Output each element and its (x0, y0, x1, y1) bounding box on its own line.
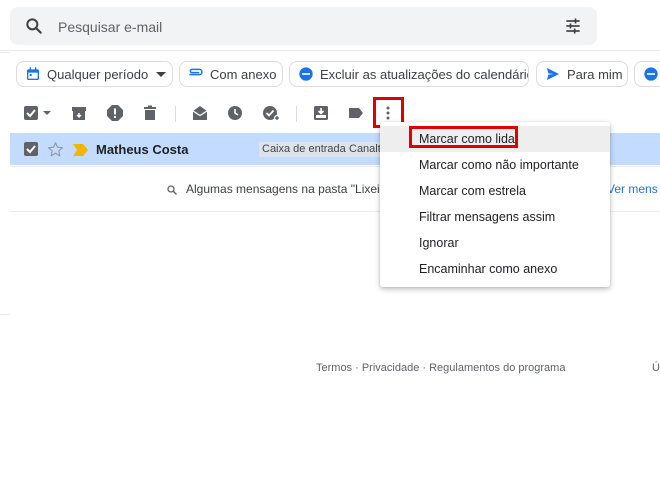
calendar-icon (27, 67, 39, 80)
search-icon (166, 183, 178, 195)
chip-exclude-calendar[interactable]: Excluir as atualizações do calendário (289, 61, 529, 87)
menu-item-filter-messages[interactable]: Filtrar mensagens assim (380, 204, 610, 230)
send-icon (547, 68, 559, 80)
archive-icon[interactable] (69, 103, 89, 123)
search-input[interactable] (56, 16, 540, 38)
chip-to-me[interactable]: Para mim (536, 61, 628, 87)
star-icon[interactable] (47, 141, 64, 158)
email-label-inbox[interactable]: Caixa de entrada (259, 142, 349, 157)
report-spam-icon[interactable] (105, 103, 125, 123)
select-all-checkbox[interactable] (21, 103, 41, 123)
header-divider (0, 50, 660, 51)
add-task-icon[interactable] (261, 103, 281, 123)
chip-any-time[interactable]: Qualquer período (16, 61, 173, 87)
chip-has-attachment[interactable]: Com anexo (179, 61, 283, 87)
menu-item-add-star[interactable]: Marcar com estrela (380, 178, 610, 204)
menu-item-mute[interactable]: Ignorar (380, 230, 610, 256)
chip-label: Com anexo (210, 66, 277, 82)
minus-circle-icon (299, 67, 313, 81)
email-sender: Matheus Costa (96, 142, 189, 157)
left-edge-mark (0, 52, 10, 53)
chip-overflow[interactable] (634, 61, 660, 87)
menu-item-mark-not-important[interactable]: Marcar como não importante (380, 152, 610, 178)
chevron-down-icon (156, 71, 167, 77)
menu-item-forward-attachment[interactable]: Encaminhar como anexo (380, 256, 610, 282)
toolbar-divider (175, 106, 176, 122)
more-options-menu: Marcar como lida Marcar como não importa… (380, 122, 610, 287)
row-checkbox[interactable] (23, 141, 39, 157)
chip-label: Excluir as atualizações do calendário (320, 66, 529, 82)
minus-circle-icon (644, 67, 658, 81)
more-vert-icon[interactable] (378, 103, 398, 123)
chip-label: Qualquer período (47, 66, 149, 82)
toolbar-divider (296, 106, 297, 122)
left-edge-mark (0, 314, 10, 315)
footer-last-activity: Ú (652, 362, 660, 374)
search-options-icon[interactable] (563, 16, 583, 36)
paperclip-icon (189, 68, 203, 76)
chip-label: Para mim (567, 66, 623, 82)
delete-icon[interactable] (140, 103, 160, 123)
label-icon[interactable] (346, 103, 366, 123)
search-icon[interactable] (24, 16, 44, 36)
view-messages-link[interactable]: Ver mens (607, 182, 658, 196)
mark-read-icon[interactable] (190, 103, 210, 123)
select-dropdown-icon[interactable] (43, 111, 51, 115)
menu-item-highlight (409, 126, 518, 148)
snooze-icon[interactable] (225, 103, 245, 123)
search-bar[interactable] (10, 7, 597, 45)
move-to-icon[interactable] (311, 103, 331, 123)
important-marker-icon[interactable] (73, 143, 88, 156)
footer-links[interactable]: Termos · Privacidade · Regulamentos do p… (316, 362, 565, 374)
trash-notice: Algumas mensagens na pasta "Lixeira (186, 182, 391, 196)
